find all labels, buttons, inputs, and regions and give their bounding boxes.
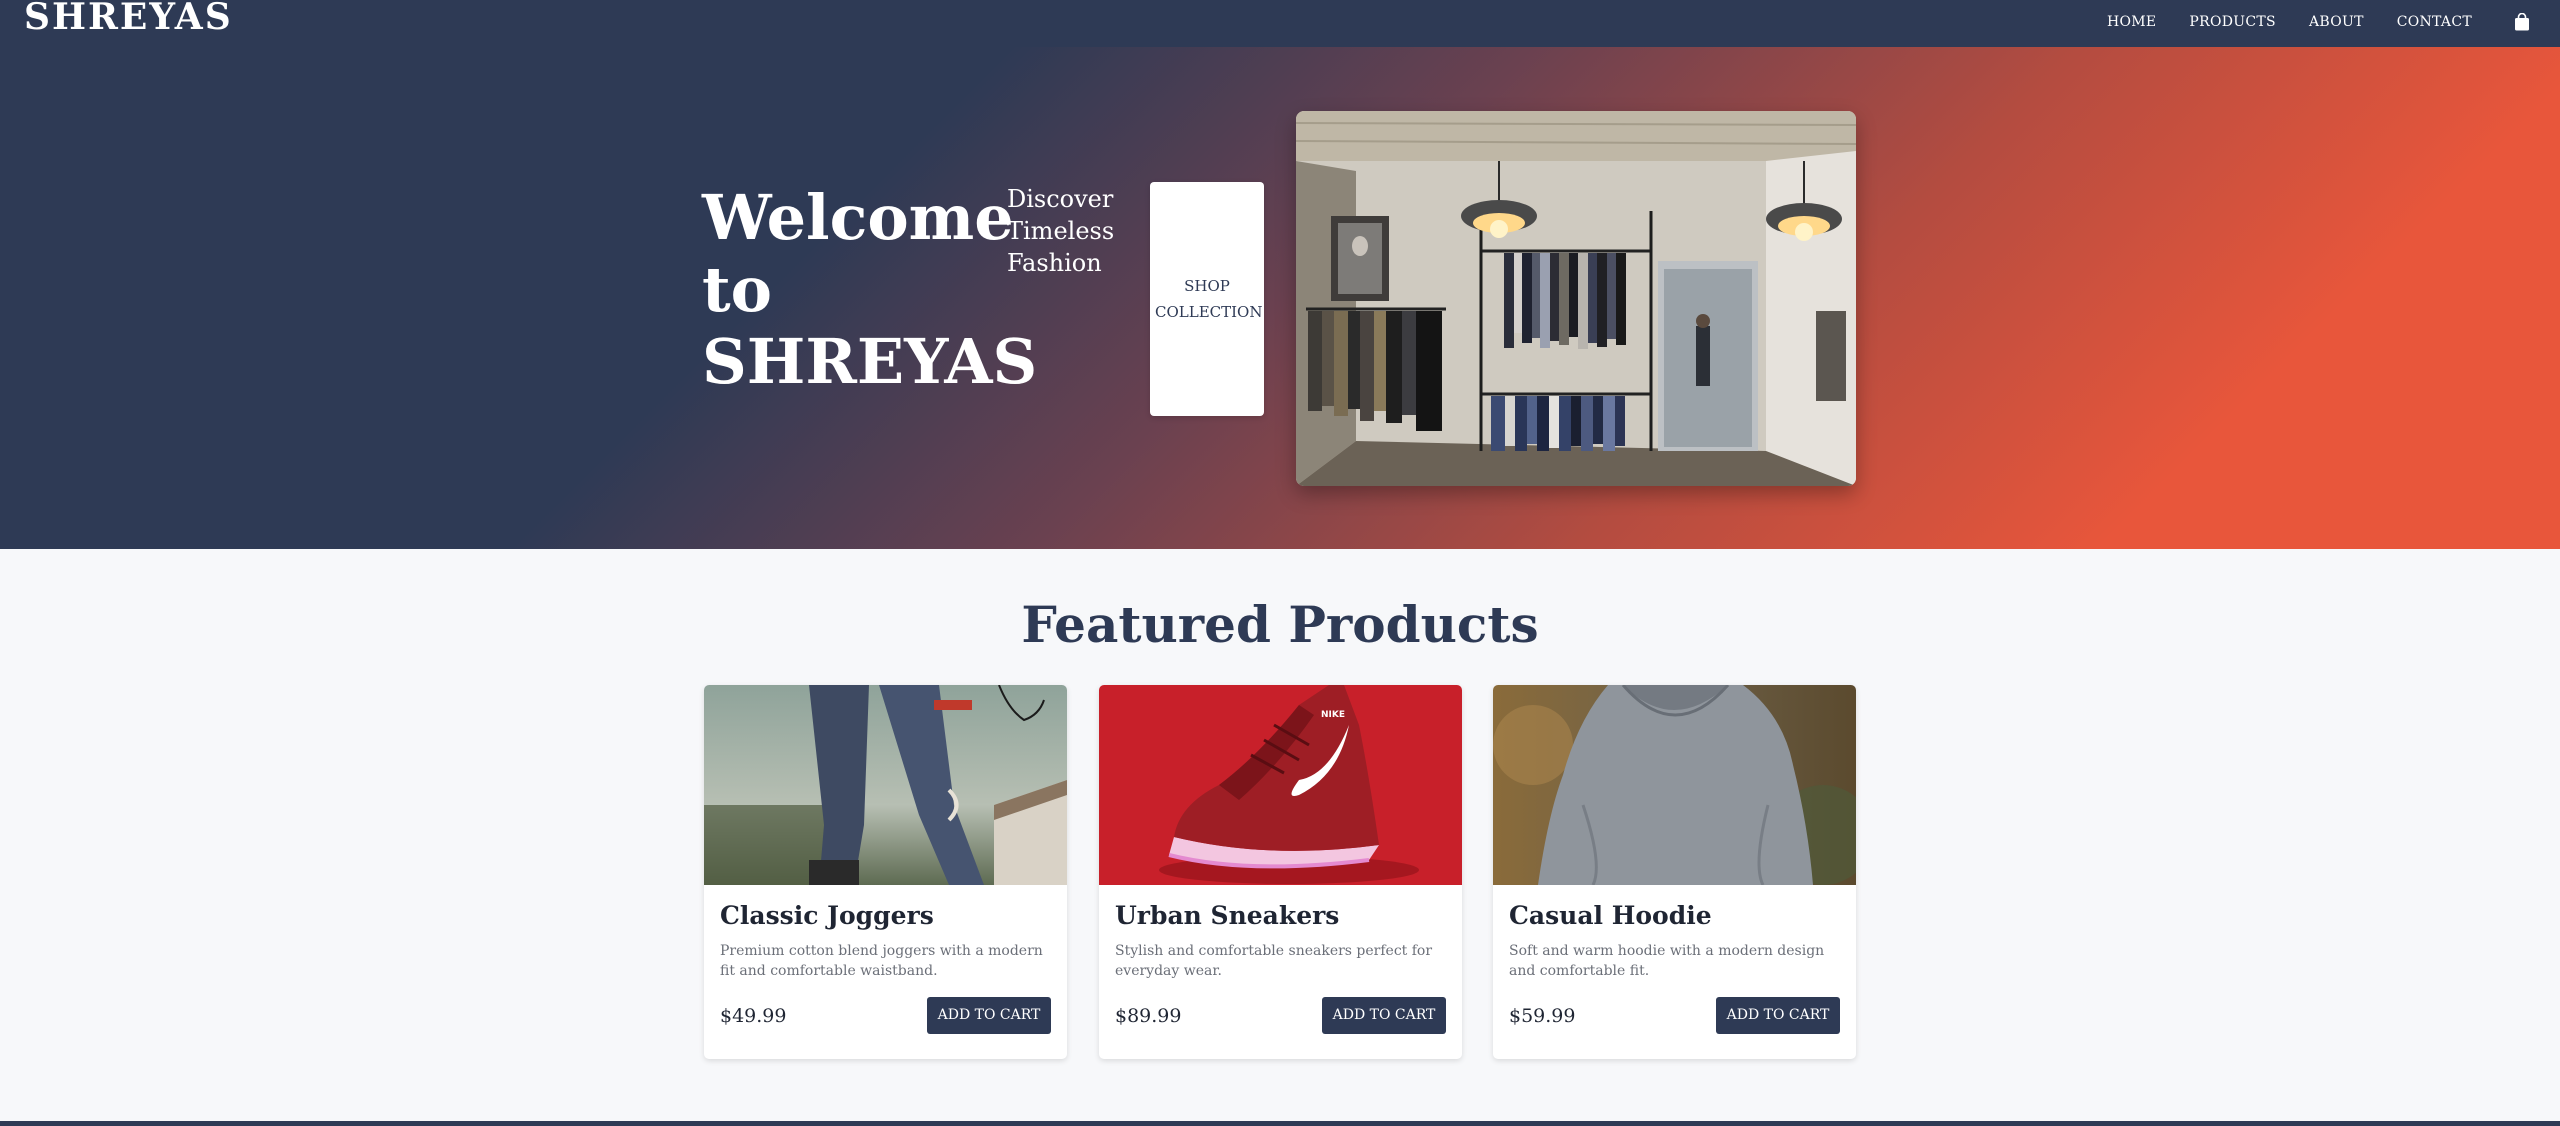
nav-about-link[interactable]: ABOUT [2309, 14, 2364, 30]
featured-products-title: Featured Products [1021, 595, 1539, 654]
product-card: Casual Hoodie Soft and warm hoodie with … [1493, 685, 1856, 1059]
top-navbar: SHREYAS HOME PRODUCTS ABOUT CONTACT [0, 0, 2560, 47]
hero-section: Welcome to SHREYAS Discover Timeless Fas… [0, 47, 2560, 549]
add-to-cart-button[interactable]: ADD TO CART [1716, 997, 1840, 1034]
product-description: Premium cotton blend joggers with a mode… [720, 943, 1043, 979]
shopping-bag-icon[interactable] [2514, 13, 2530, 31]
add-to-cart-button[interactable]: ADD TO CART [927, 997, 1051, 1034]
sneaker-image[interactable]: NIKE [1099, 685, 1462, 885]
brand-logo[interactable]: SHREYAS [24, 0, 233, 35]
add-to-cart-button[interactable]: ADD TO CART [1322, 997, 1446, 1034]
product-description: Soft and warm hoodie with a modern desig… [1509, 943, 1825, 979]
nav-products-link[interactable]: PRODUCTS [2189, 14, 2276, 30]
product-name[interactable]: Classic Joggers [720, 900, 934, 932]
hero-subtitle: Discover Timeless Fashion [1007, 185, 1115, 277]
product-description: Stylish and comfortable sneakers perfect… [1115, 943, 1433, 979]
product-price: $59.99 [1509, 1005, 1576, 1027]
shop-collection-label: SHOP COLLECTION [1155, 277, 1263, 321]
product-card: Classic Joggers Premium cotton blend jog… [704, 685, 1067, 1059]
svg-text:NIKE: NIKE [1321, 710, 1345, 720]
hoodie-image[interactable] [1493, 685, 1856, 885]
footer-edge [0, 1121, 2560, 1126]
product-name[interactable]: Casual Hoodie [1509, 900, 1712, 932]
hero-title: Welcome to SHREYAS [702, 181, 1038, 398]
main-nav: HOME PRODUCTS ABOUT CONTACT [2107, 13, 2536, 31]
store-interior-image [1296, 111, 1856, 486]
product-name[interactable]: Urban Sneakers [1115, 900, 1339, 932]
joggers-image[interactable] [704, 685, 1067, 885]
product-card: NIKE Urban Sneakers Stylish and comforta… [1099, 685, 1462, 1059]
nav-contact-link[interactable]: CONTACT [2397, 14, 2472, 30]
product-price: $89.99 [1115, 1005, 1182, 1027]
product-price: $49.99 [720, 1005, 787, 1027]
nav-home-link[interactable]: HOME [2107, 14, 2156, 30]
shop-collection-button[interactable]: SHOP COLLECTION [1150, 182, 1264, 416]
